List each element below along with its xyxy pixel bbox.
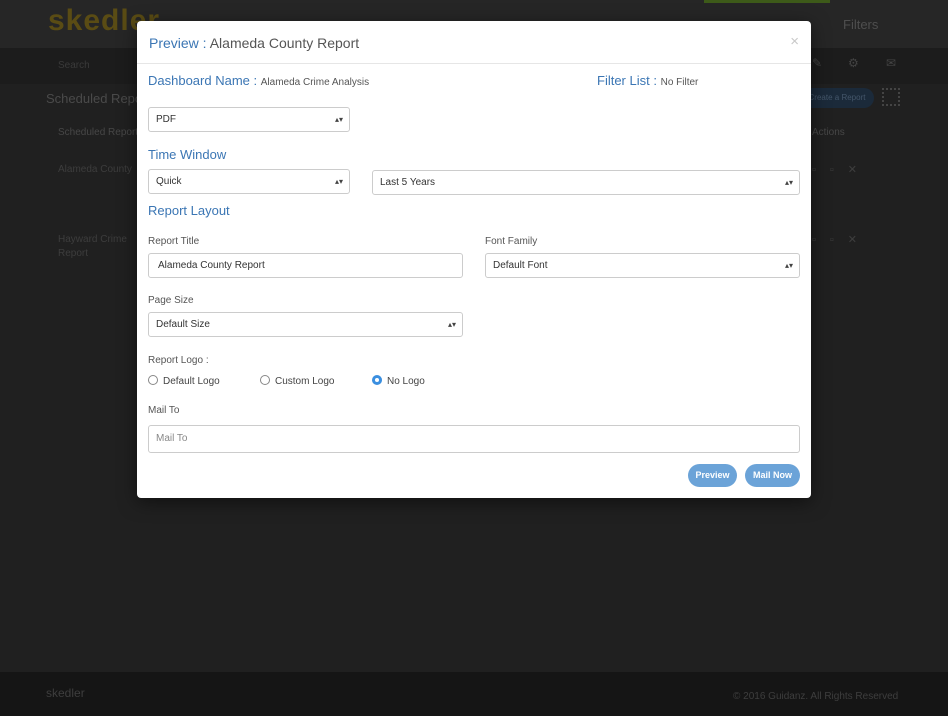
radio-no-logo[interactable]: No Logo — [372, 375, 425, 387]
modal-title-value: Alameda County Report — [209, 35, 360, 51]
modal-title-prefix: Preview : — [149, 35, 207, 51]
copyright-text: © 2016 Guidanz. All Rights Reserved — [733, 691, 899, 702]
font-family-select[interactable]: Default Font ▴▾ — [485, 253, 800, 278]
dashboard-name: Dashboard Name : Alameda Crime Analysis — [148, 73, 369, 88]
report-layout-heading: Report Layout — [148, 203, 230, 218]
select-arrows-icon: ▴▾ — [334, 177, 343, 186]
radio-unchecked-icon[interactable] — [148, 375, 158, 385]
mail-to-label: Mail To — [148, 405, 180, 416]
dashboard-name-value: Alameda Crime Analysis — [260, 77, 370, 88]
table-row[interactable]: Hayward Crime — [58, 234, 127, 245]
radio-default-logo[interactable]: Default Logo — [148, 375, 220, 387]
table-row-cont: Report — [58, 248, 89, 259]
mail-icon[interactable]: ✉ — [886, 56, 896, 70]
radio-custom-logo[interactable]: Custom Logo — [260, 375, 334, 387]
column-header-report: Scheduled Report — [58, 127, 139, 138]
select-arrows-icon: ▴▾ — [447, 320, 456, 329]
column-header-actions: Actions — [812, 127, 845, 138]
table-row[interactable]: Alameda County — [58, 164, 132, 175]
time-mode-select[interactable]: Quick ▴▾ — [148, 169, 350, 194]
row-action-icons[interactable]: ▫▫✕ — [812, 163, 871, 176]
radio-label: No Logo — [387, 376, 425, 387]
create-report-button[interactable]: Create a Report — [800, 88, 874, 108]
grid-view-icon[interactable] — [882, 88, 900, 106]
select-arrows-icon: ▴▾ — [334, 115, 343, 124]
radio-label: Default Logo — [163, 376, 220, 387]
mail-to-input[interactable]: Mail To — [148, 425, 800, 453]
row-action-icons[interactable]: ▫▫✕ — [812, 233, 871, 246]
report-title-label: Report Title — [148, 236, 200, 247]
page-size-select[interactable]: Default Size ▴▾ — [148, 312, 463, 337]
close-icon[interactable]: × — [790, 33, 799, 50]
time-range-select[interactable]: Last 5 Years ▴▾ — [372, 170, 800, 195]
time-window-heading: Time Window — [148, 147, 227, 162]
preview-modal: Preview : Alameda County Report × Dashbo… — [137, 21, 811, 498]
header-accent-bar — [704, 0, 830, 3]
gear-icon[interactable]: ⚙ — [848, 56, 859, 70]
footer-logo: skedler — [46, 686, 85, 700]
radio-checked-icon[interactable] — [372, 375, 382, 385]
modal-header: Preview : Alameda County Report × — [137, 21, 811, 64]
search-input[interactable]: Search — [58, 60, 90, 71]
preview-button[interactable]: Preview — [688, 464, 737, 487]
font-family-value: Default Font — [493, 260, 548, 271]
time-range-value: Last 5 Years — [380, 177, 436, 188]
mail-now-button[interactable]: Mail Now — [745, 464, 800, 487]
select-arrows-icon: ▴▾ — [784, 261, 793, 270]
format-select-value: PDF — [156, 114, 176, 125]
radio-unchecked-icon[interactable] — [260, 375, 270, 385]
filter-list: Filter List : No Filter — [597, 73, 698, 88]
dashboard-name-label: Dashboard Name : — [148, 73, 258, 88]
format-select[interactable]: PDF ▴▾ — [148, 107, 350, 132]
time-mode-value: Quick — [156, 176, 182, 187]
report-logo-label: Report Logo : — [148, 355, 209, 366]
page-size-value: Default Size — [156, 319, 210, 330]
page-size-label: Page Size — [148, 295, 194, 306]
filter-list-value: No Filter — [660, 77, 699, 88]
report-title-input[interactable]: Alameda County Report — [148, 253, 463, 278]
nav-filters[interactable]: Filters — [843, 17, 878, 32]
filter-list-label: Filter List : — [597, 73, 657, 88]
select-arrows-icon: ▴▾ — [784, 178, 793, 187]
edit-icon[interactable]: ✎ — [812, 56, 822, 70]
modal-title: Preview : Alameda County Report — [149, 35, 359, 51]
font-family-label: Font Family — [485, 236, 538, 247]
radio-label: Custom Logo — [275, 376, 335, 387]
